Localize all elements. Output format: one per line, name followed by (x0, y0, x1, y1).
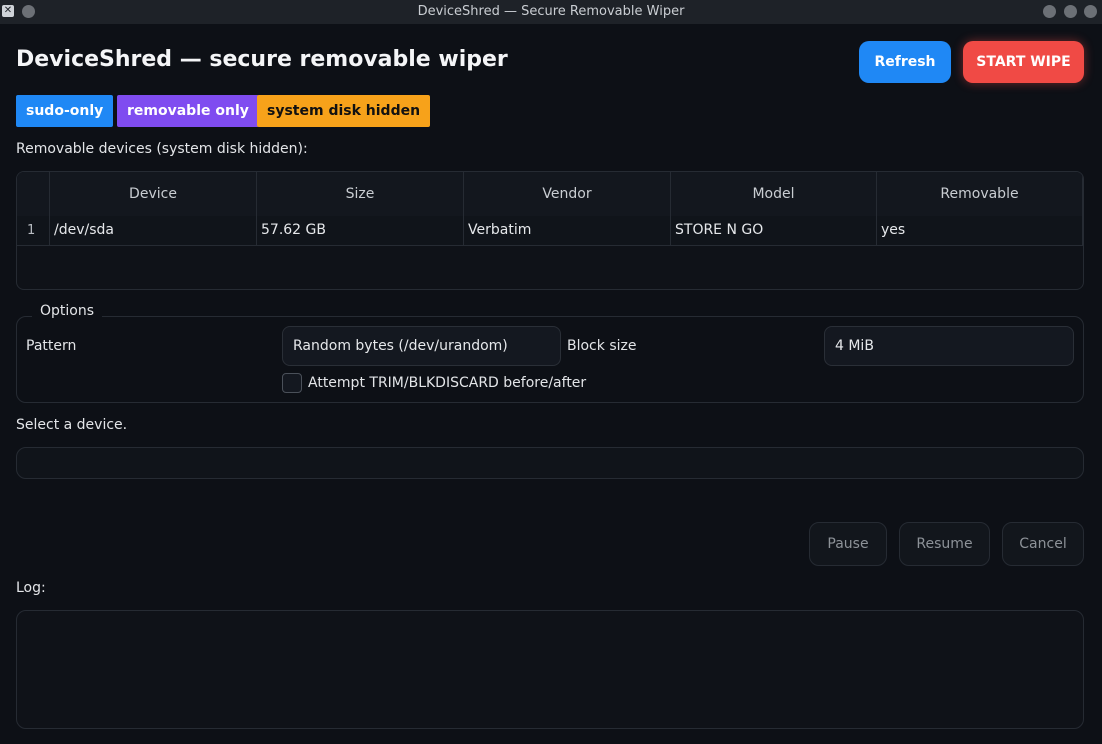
progress-bar (16, 447, 1084, 479)
log-output[interactable] (16, 610, 1084, 729)
resume-button[interactable]: Resume (899, 522, 990, 566)
column-header-model[interactable]: Model (671, 172, 877, 216)
status-text: Select a device. (16, 417, 128, 433)
maximize-icon[interactable] (1064, 5, 1077, 18)
log-label: Log: (16, 580, 46, 596)
refresh-button[interactable]: Refresh (859, 41, 951, 83)
devices-label: Removable devices (system disk hidden): (16, 141, 308, 157)
pause-button[interactable]: Pause (809, 522, 887, 566)
block-size-value: 4 MiB (835, 338, 874, 354)
minimize-icon[interactable] (1043, 5, 1056, 18)
cell-model[interactable]: STORE N GO (671, 216, 877, 246)
column-header-removable[interactable]: Removable (877, 172, 1083, 216)
column-header-vendor[interactable]: Vendor (464, 172, 671, 216)
trim-label[interactable]: Attempt TRIM/BLKDISCARD before/after (308, 375, 586, 391)
devices-table[interactable]: Device Size Vendor Model Removable 1 /de… (16, 171, 1084, 290)
column-header-size[interactable]: Size (257, 172, 464, 216)
table-row[interactable]: 1 /dev/sda 57.62 GB Verbatim STORE N GO … (17, 216, 1083, 246)
cancel-button[interactable]: Cancel (1002, 522, 1084, 566)
options-title: Options (32, 303, 103, 319)
block-size-select[interactable]: 4 MiB (824, 326, 1074, 366)
column-header-device[interactable]: Device (50, 172, 257, 216)
cell-removable[interactable]: yes (877, 216, 1083, 246)
badge-sudo-only: sudo-only (16, 95, 114, 127)
badge-system-disk-hidden: system disk hidden (257, 95, 431, 127)
pattern-value: Random bytes (/dev/urandom) (293, 338, 508, 354)
cell-vendor[interactable]: Verbatim (464, 216, 671, 246)
window-title: DeviceShred — Secure Removable Wiper (417, 4, 685, 19)
row-number[interactable]: 1 (17, 216, 50, 246)
cell-device[interactable]: /dev/sda (50, 216, 257, 246)
page-title: DeviceShred — secure removable wiper (16, 47, 508, 72)
cell-size[interactable]: 57.62 GB (257, 216, 464, 246)
table-corner[interactable] (17, 172, 50, 216)
table-header: Device Size Vendor Model Removable (17, 172, 1083, 216)
block-size-label: Block size (567, 338, 637, 354)
badge-removable-only: removable only (117, 95, 259, 127)
close-icon[interactable] (1084, 5, 1097, 18)
pattern-label: Pattern (26, 338, 77, 354)
window-titlebar: ✕ DeviceShred — Secure Removable Wiper (0, 0, 1102, 24)
trim-checkbox[interactable] (282, 373, 302, 393)
start-wipe-button[interactable]: START WIPE (963, 41, 1084, 83)
pattern-select[interactable]: Random bytes (/dev/urandom) (282, 326, 561, 366)
